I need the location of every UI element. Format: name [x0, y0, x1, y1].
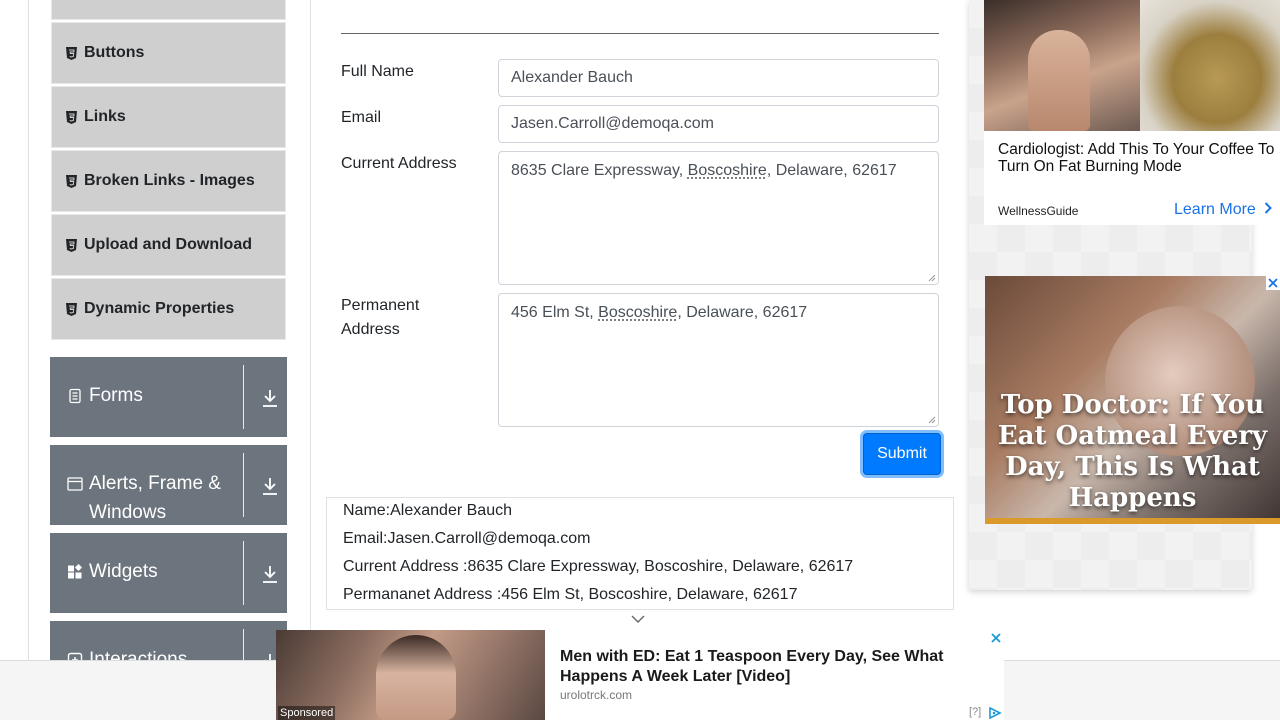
html5-icon — [66, 174, 77, 188]
form-top-divider — [341, 33, 939, 34]
spellcheck-word: Boscoshire — [598, 304, 678, 321]
permanent-address-label: Permanent Address — [341, 294, 419, 342]
html5-icon — [66, 302, 77, 316]
ad-title[interactable]: Cardiologist: Add This To Your Coffee To… — [998, 141, 1280, 175]
html5-icon — [66, 46, 77, 60]
html5-icon — [66, 110, 77, 124]
ad-title[interactable]: Men with ED: Eat 1 Teaspoon Every Day, S… — [560, 647, 990, 687]
download-icon[interactable] — [261, 564, 279, 584]
resize-grip-icon[interactable] — [928, 416, 936, 424]
sidebar-item-label: Upload and Download — [84, 236, 252, 253]
group-label: Forms — [89, 385, 143, 406]
current-address-label: Current Address — [341, 155, 457, 172]
learn-more-label: Learn More — [1174, 201, 1256, 218]
group-divider — [243, 541, 244, 605]
sidebar-item-links[interactable]: Links — [51, 86, 286, 148]
sidebar-group-forms[interactable]: Forms — [50, 357, 287, 437]
submit-button[interactable]: Submit — [863, 433, 941, 475]
ad-image-fitness — [984, 0, 1140, 131]
ad-oatmeal[interactable]: Top Doctor: If You Eat Oatmeal Every Day… — [985, 276, 1280, 524]
label-line: Address — [341, 321, 400, 338]
close-icon[interactable] — [1266, 276, 1280, 290]
ad-info-link[interactable]: [?] — [969, 706, 981, 718]
full-name-input[interactable]: Alexander Bauch — [498, 59, 939, 97]
group-divider — [243, 365, 244, 429]
learn-more-link[interactable]: Learn More — [1174, 201, 1273, 219]
sidebar-item-label: Buttons — [84, 44, 145, 61]
sidebar-item-dynamic-properties[interactable]: Dynamic Properties — [51, 278, 286, 340]
close-icon[interactable] — [989, 631, 1003, 645]
output-permanent-address: Permananet Address :456 Elm St, Boscoshi… — [343, 586, 798, 603]
label-line: Permanent — [341, 297, 420, 314]
download-icon[interactable] — [261, 476, 279, 496]
sidebar-item-label: Broken Links - Images — [84, 172, 255, 189]
ad-source: WellnessGuide — [998, 204, 1079, 218]
main-content-border — [310, 0, 311, 720]
widgets-icon — [67, 564, 83, 580]
spellcheck-word: Boscoshire — [687, 162, 767, 179]
sidebar-item-buttons[interactable]: Buttons — [51, 22, 286, 84]
current-address-textarea[interactable]: 8635 Clare Expressway, Boscoshire, Delaw… — [498, 151, 939, 285]
html5-icon — [66, 238, 77, 252]
sidebar-group-alerts-frame-windows[interactable]: Alerts, Frame & Windows — [50, 445, 287, 525]
output-current-address: Current Address :8635 Clare Expressway, … — [343, 558, 854, 575]
form-icon — [67, 388, 83, 404]
ad-image-powder — [1140, 0, 1280, 131]
ad-accent-bar — [985, 518, 1280, 524]
full-name-label: Full Name — [341, 63, 414, 80]
sidebar-left-border — [28, 0, 29, 660]
download-icon[interactable] — [261, 388, 279, 408]
output-email: Email:Jasen.Carroll@demoqa.com — [343, 530, 591, 547]
group-divider — [243, 453, 244, 517]
email-input[interactable]: Jasen.Carroll@demoqa.com — [498, 105, 939, 143]
group-label: Widgets — [89, 561, 158, 582]
permanent-address-textarea[interactable]: 456 Elm St, Boscoshire, Delaware, 62617 — [498, 293, 939, 427]
resize-grip-icon[interactable] — [928, 274, 936, 282]
sidebar-item-upload-download[interactable]: Upload and Download — [51, 214, 286, 276]
sidebar-item-partial[interactable] — [51, 0, 286, 20]
sponsored-label: Sponsored — [278, 706, 336, 720]
address-text: , Delaware, 62617 — [677, 304, 808, 321]
address-text: , Delaware, 62617 — [766, 162, 897, 179]
adchoices-icon[interactable] — [988, 707, 1002, 719]
output-name: Name:Alexander Bauch — [343, 502, 512, 519]
chevron-right-icon — [1265, 202, 1273, 214]
window-icon — [67, 476, 83, 492]
sidebar-item-broken-links[interactable]: Broken Links - Images — [51, 150, 286, 212]
chevron-down-icon[interactable] — [631, 614, 645, 624]
ad-headline: Top Doctor: If You Eat Oatmeal Every Day… — [997, 390, 1268, 513]
sidebar-group-widgets[interactable]: Widgets — [50, 533, 287, 613]
bottom-ad[interactable]: Sponsored Men with ED: Eat 1 Teaspoon Ev… — [276, 630, 1004, 720]
ad-domain: urolotrck.com — [560, 688, 633, 702]
ad-image: Sponsored — [276, 630, 545, 720]
group-label-line2: Windows — [89, 502, 167, 523]
sidebar-item-label: Dynamic Properties — [84, 300, 235, 317]
sidebar-item-label: Links — [84, 108, 126, 125]
output-panel: Name:Alexander Bauch Email:Jasen.Carroll… — [326, 497, 954, 610]
group-label: Alerts, Frame & — [89, 473, 221, 494]
email-label: Email — [341, 109, 382, 126]
ad-cardiologist[interactable]: Cardiologist: Add This To Your Coffee To… — [984, 0, 1280, 225]
address-text: 8635 Clare Expressway, — [511, 162, 688, 179]
address-text: 456 Elm St, — [511, 304, 599, 321]
